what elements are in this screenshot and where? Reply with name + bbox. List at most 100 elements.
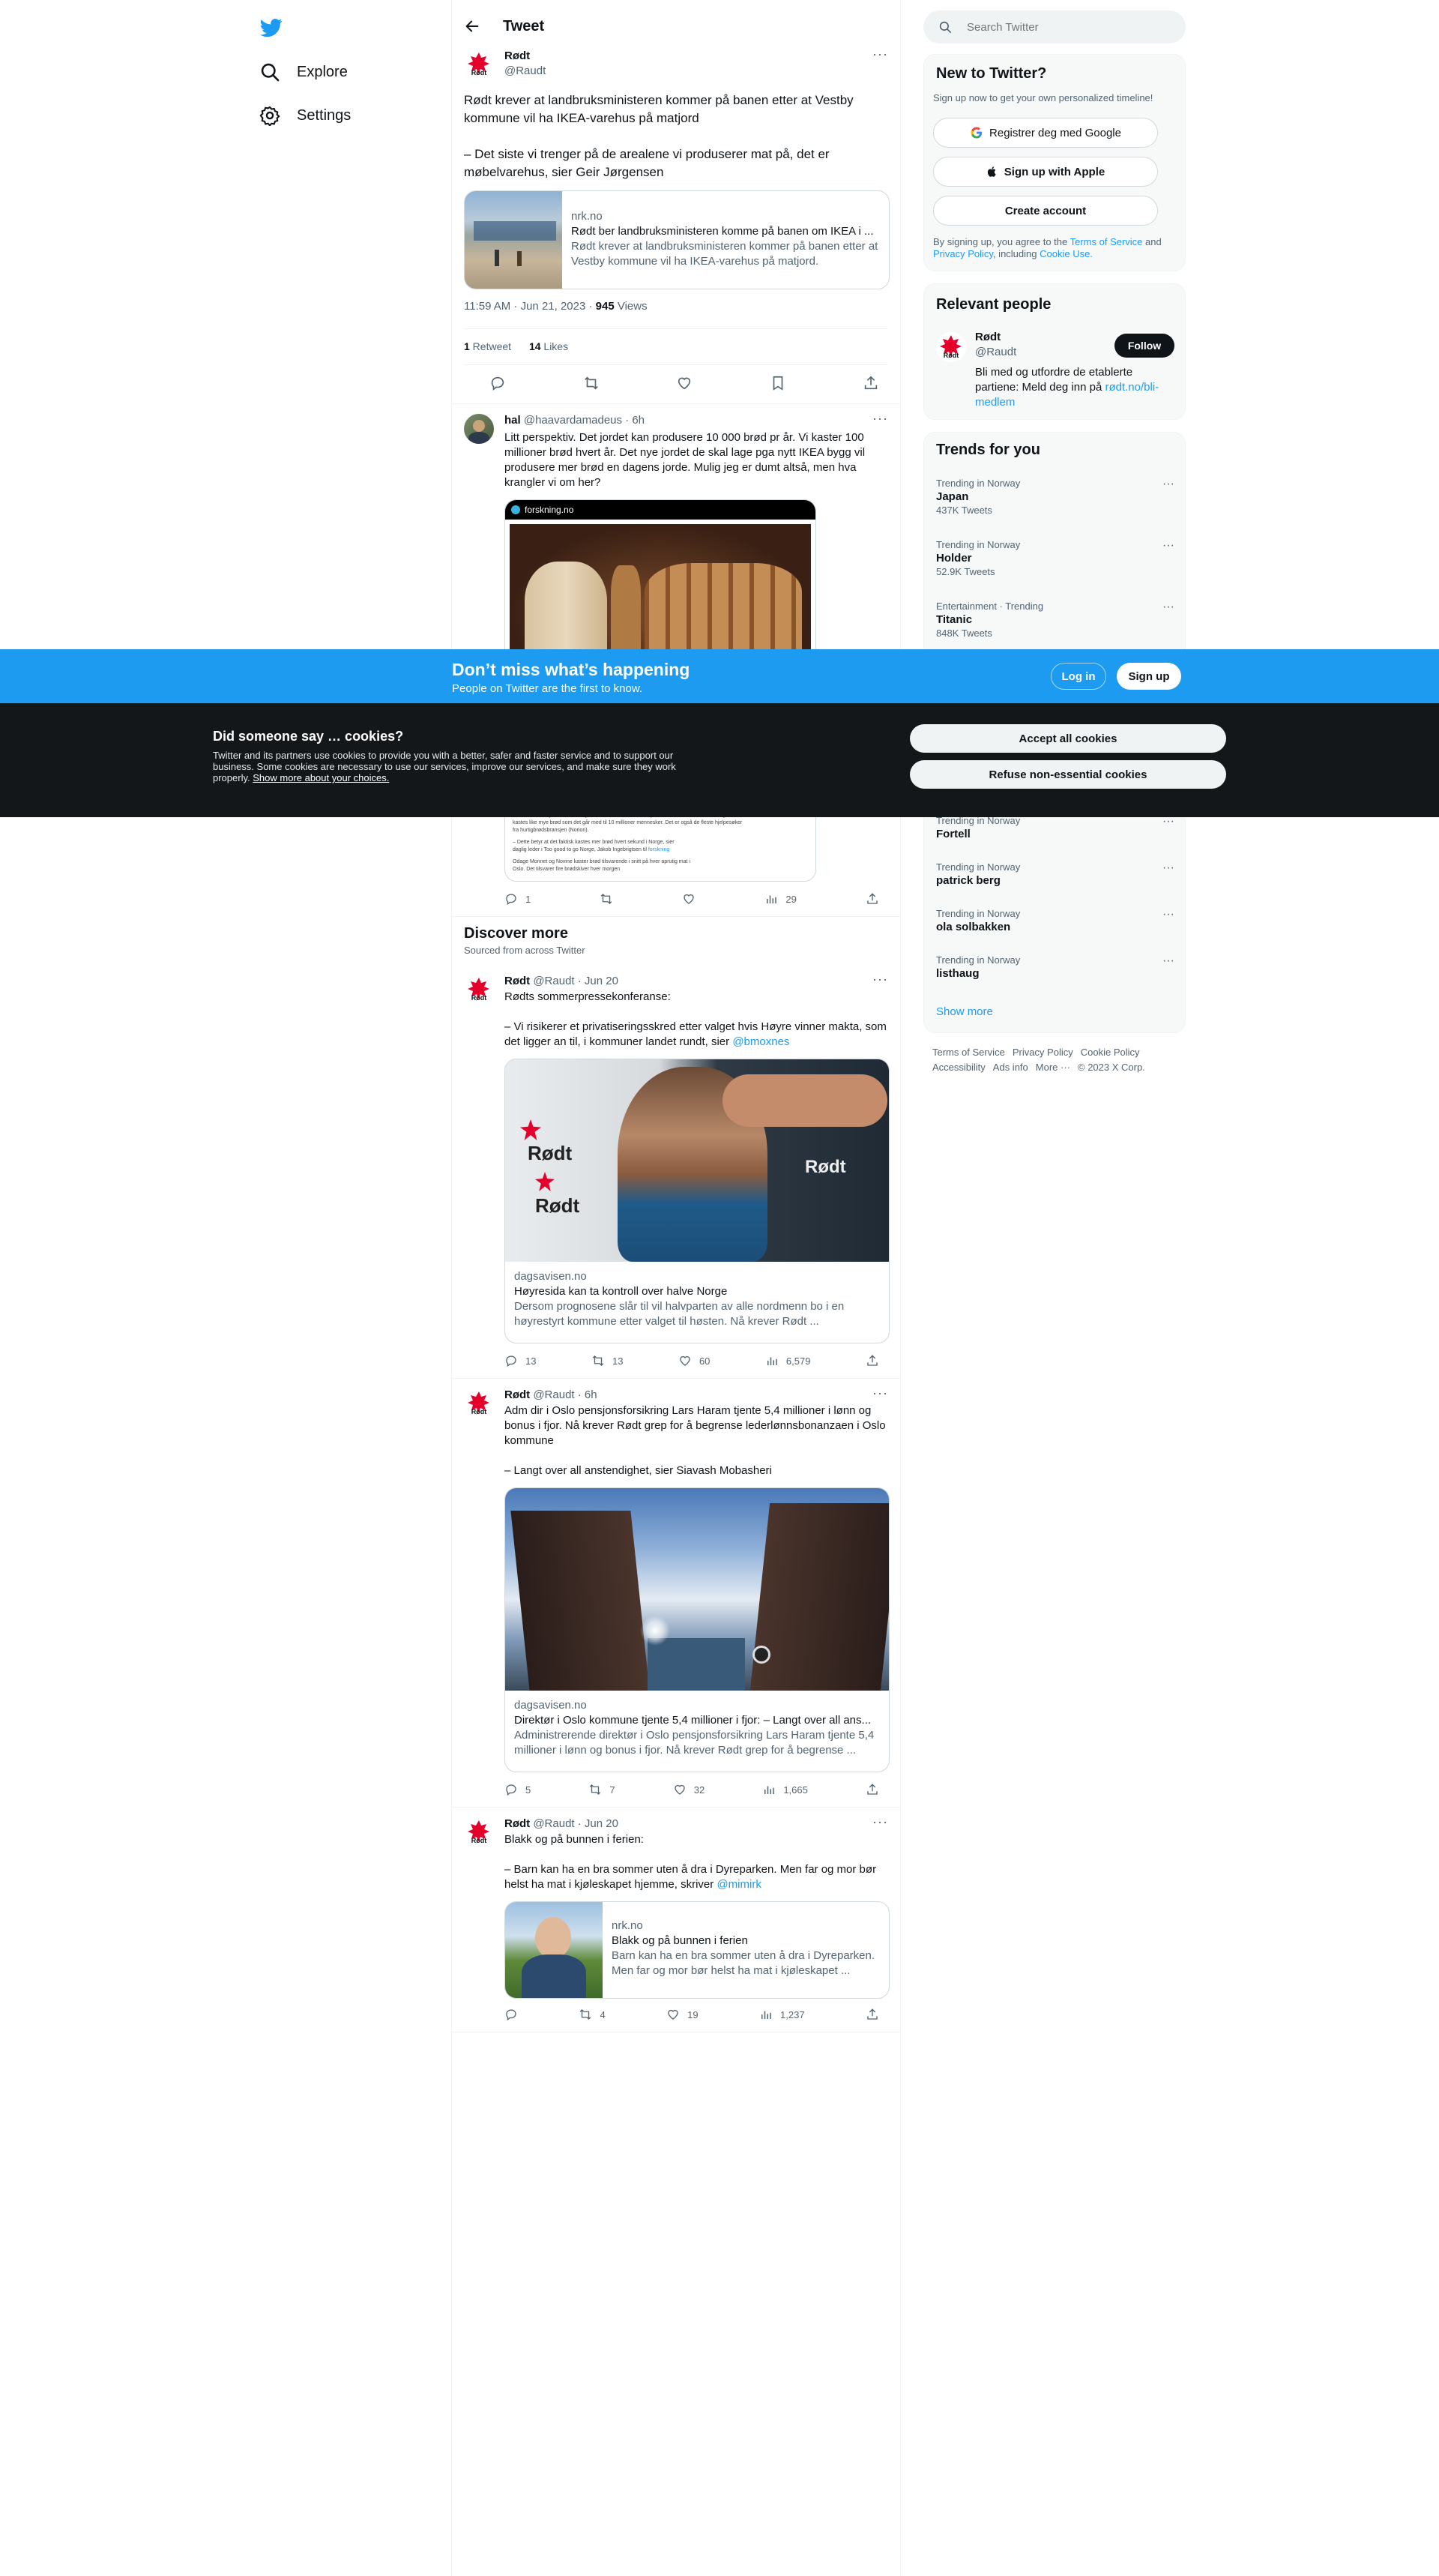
views-button[interactable]: 6,579: [765, 1354, 810, 1367]
person-handle[interactable]: @Raudt: [975, 346, 1016, 358]
trend-item[interactable]: Trending in Norway Japan 437K Tweets ···: [936, 478, 1174, 516]
avatar[interactable]: Rødt: [464, 1817, 494, 1847]
share-button[interactable]: [866, 2008, 879, 2021]
like-icon[interactable]: [676, 375, 693, 391]
author-name[interactable]: hal: [504, 414, 521, 427]
cookie-use-link[interactable]: Cookie Use.: [1040, 248, 1093, 259]
more-options-icon[interactable]: ···: [872, 972, 888, 987]
avatar[interactable]: Rødt: [936, 332, 966, 362]
retweet-button[interactable]: 7: [588, 1783, 615, 1796]
retweets-stat[interactable]: 1 Retweet: [464, 340, 511, 352]
more-options-icon[interactable]: ···: [1162, 861, 1174, 875]
privacy-link[interactable]: Privacy Policy: [933, 248, 993, 259]
nav-explore[interactable]: Explore: [259, 53, 348, 91]
retweet-button[interactable]: [600, 892, 613, 906]
trend-item[interactable]: Trending in Norway Holder 52.9K Tweets ···: [936, 539, 1174, 577]
more-options-icon[interactable]: ···: [1162, 601, 1174, 614]
search-box[interactable]: [923, 10, 1186, 43]
show-more-link[interactable]: Show more: [936, 1005, 993, 1018]
cookie-choices-link[interactable]: Show more about your choices.: [253, 772, 389, 783]
like-button[interactable]: 60: [678, 1354, 710, 1367]
views-button[interactable]: 29: [764, 892, 797, 906]
more-options-icon[interactable]: ···: [1162, 539, 1174, 553]
like-button[interactable]: 19: [666, 2008, 699, 2021]
trend-item[interactable]: Trending in Norway patrick berg ···: [936, 861, 1174, 887]
share-button[interactable]: [866, 1783, 879, 1796]
like-button[interactable]: [682, 892, 696, 906]
accept-cookies-button[interactable]: Accept all cookies: [910, 724, 1226, 753]
author-handle[interactable]: @haavardamadeus · 6h: [524, 414, 645, 427]
avatar[interactable]: Rødt: [464, 1388, 494, 1418]
trend-item[interactable]: Trending in Norway ola solbakken ···: [936, 908, 1174, 933]
reply-button[interactable]: 1: [504, 892, 531, 906]
author-handle[interactable]: @Raudt: [504, 64, 546, 77]
author-name[interactable]: Rødt: [504, 1817, 530, 1830]
link-card[interactable]: nrk.no Blakk og på bunnen i ferien Barn …: [504, 1901, 890, 1999]
retweet-button[interactable]: 4: [579, 2008, 606, 2021]
share-button[interactable]: [866, 1354, 879, 1367]
retweet-icon[interactable]: [583, 375, 600, 391]
person-name[interactable]: Rødt: [975, 331, 1001, 343]
footer-cookie[interactable]: Cookie Policy: [1081, 1047, 1140, 1058]
back-arrow-icon[interactable]: [464, 18, 480, 34]
author-handle[interactable]: @Raudt · 6h: [533, 1388, 597, 1401]
create-account-button[interactable]: Create account: [933, 196, 1158, 226]
footer-tos[interactable]: Terms of Service: [932, 1047, 1005, 1058]
tweet-text: Rødt krever at landbruksministeren komme…: [464, 93, 854, 125]
footer-ads[interactable]: Ads info: [993, 1062, 1028, 1073]
more-options-icon[interactable]: ···: [872, 46, 888, 62]
reply-button[interactable]: [504, 2008, 518, 2021]
bookmark-icon[interactable]: [770, 375, 786, 391]
link-card-description: Administrerende direktør i Oslo pensjons…: [514, 1729, 875, 1757]
reply-icon[interactable]: [489, 375, 506, 391]
follow-button[interactable]: Follow: [1114, 334, 1174, 358]
mention-link[interactable]: @bmoxnes: [732, 1035, 789, 1048]
author-handle[interactable]: @Raudt · Jun 20: [533, 975, 618, 987]
more-options-icon[interactable]: ···: [872, 1385, 888, 1401]
trend-item[interactable]: Entertainment · Trending Titanic 848K Twee…: [936, 601, 1174, 639]
login-button[interactable]: Log in: [1051, 663, 1106, 690]
retweet-button[interactable]: 13: [591, 1354, 623, 1367]
relevant-people-panel: Relevant people Rødt Rødt @Raudt Follow …: [923, 283, 1186, 420]
author-name[interactable]: Rødt: [504, 49, 530, 62]
more-options-icon[interactable]: ···: [1162, 908, 1174, 921]
trend-item[interactable]: Trending in Norway Fortell ···: [936, 815, 1174, 840]
reply-button[interactable]: 5: [504, 1783, 531, 1796]
more-options-icon[interactable]: ···: [1162, 954, 1174, 968]
refuse-cookies-button[interactable]: Refuse non-essential cookies: [910, 760, 1226, 789]
author-handle[interactable]: @Raudt · Jun 20: [533, 1817, 618, 1830]
more-options-icon[interactable]: ···: [872, 411, 888, 427]
more-options-icon[interactable]: ···: [1162, 478, 1174, 491]
link-card[interactable]: nrk.no Rødt ber landbruksministeren komm…: [464, 190, 890, 289]
share-icon[interactable]: [863, 375, 879, 391]
twitter-bird-logo-icon[interactable]: [259, 16, 283, 39]
reply-button[interactable]: 13: [504, 1354, 536, 1367]
terms-link[interactable]: Terms of Service: [1070, 236, 1143, 247]
trend-item[interactable]: Trending in Norway listhaug ···: [936, 954, 1174, 980]
author-name[interactable]: Rødt: [504, 1388, 530, 1401]
google-signup-button[interactable]: Registrer deg med Google: [933, 118, 1158, 148]
mention-link[interactable]: @mimirk: [717, 1878, 761, 1891]
views-button[interactable]: 1,665: [762, 1783, 808, 1796]
footer-accessibility[interactable]: Accessibility: [932, 1062, 986, 1073]
views-button[interactable]: 1,237: [759, 2008, 805, 2021]
signup-button[interactable]: Sign up: [1117, 663, 1181, 690]
panel-title: Trends for you: [936, 442, 1040, 458]
more-options-icon[interactable]: ···: [872, 1814, 888, 1830]
avatar[interactable]: Rødt: [464, 49, 494, 79]
footer-more[interactable]: More ···: [1036, 1062, 1070, 1073]
share-button[interactable]: [866, 892, 879, 906]
link-card[interactable]: dagsavisen.no Direktør i Oslo kommune tj…: [504, 1487, 890, 1772]
apple-signup-button[interactable]: Sign up with Apple: [933, 157, 1158, 187]
like-button[interactable]: 32: [673, 1783, 705, 1796]
avatar[interactable]: [464, 414, 494, 444]
tweet-timestamp[interactable]: 11:59 AM · Jun 21, 2023 · 945 Views: [464, 300, 648, 313]
footer-privacy[interactable]: Privacy Policy: [1013, 1047, 1073, 1058]
search-input[interactable]: [967, 20, 1162, 34]
nav-settings[interactable]: Settings: [259, 97, 351, 134]
likes-stat[interactable]: 14 Likes: [529, 340, 568, 352]
divider: [452, 916, 900, 917]
avatar[interactable]: Rødt: [464, 975, 494, 1005]
author-name[interactable]: Rødt: [504, 975, 530, 987]
link-card[interactable]: Rødt Rødt Rødt dagsavisen.no Høyresida k…: [504, 1059, 890, 1343]
